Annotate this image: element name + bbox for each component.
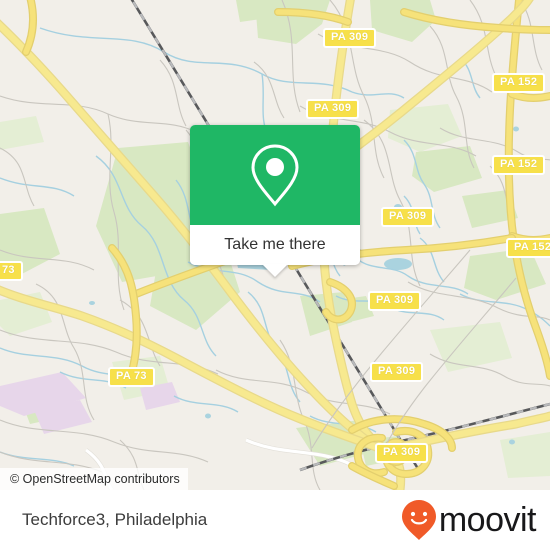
place-title: Techforce3, Philadelphia <box>22 510 208 529</box>
road-shield: PA 309 <box>306 99 360 119</box>
footer-bar: Techforce3, Philadelphia moovit <box>0 490 550 550</box>
location-pin-icon <box>251 144 299 207</box>
callout-pin-panel <box>190 125 360 225</box>
road-shield: PA 73 <box>108 367 155 387</box>
osm-attribution[interactable]: © OpenStreetMap contributors <box>0 468 188 490</box>
road-shield: PA 152 <box>492 155 546 175</box>
take-me-there-label: Take me there <box>224 236 326 253</box>
map-canvas[interactable]: .water { fill:#aad3df; stroke:none; } .s… <box>0 0 550 490</box>
road-shield: PA 309 <box>370 362 424 382</box>
moovit-map-card: .water { fill:#aad3df; stroke:none; } .s… <box>0 0 550 550</box>
road-shield: PA 309 <box>323 28 377 48</box>
road-shield: PA 309 <box>375 443 429 463</box>
road-shield: PA 309 <box>368 291 422 311</box>
road-shield: 73 <box>0 261 23 281</box>
moovit-logo: moovit <box>401 499 537 541</box>
road-shield: PA 152 <box>492 73 546 93</box>
callout-action-panel[interactable]: Take me there <box>190 225 360 277</box>
moovit-wordmark: moovit <box>438 501 537 539</box>
road-shield: PA 152 <box>506 238 550 258</box>
callout-pointer <box>262 264 288 277</box>
place-callout[interactable]: Take me there <box>190 125 360 277</box>
road-shield: PA 309 <box>381 207 435 227</box>
moovit-smiley-pin-icon <box>401 500 436 540</box>
